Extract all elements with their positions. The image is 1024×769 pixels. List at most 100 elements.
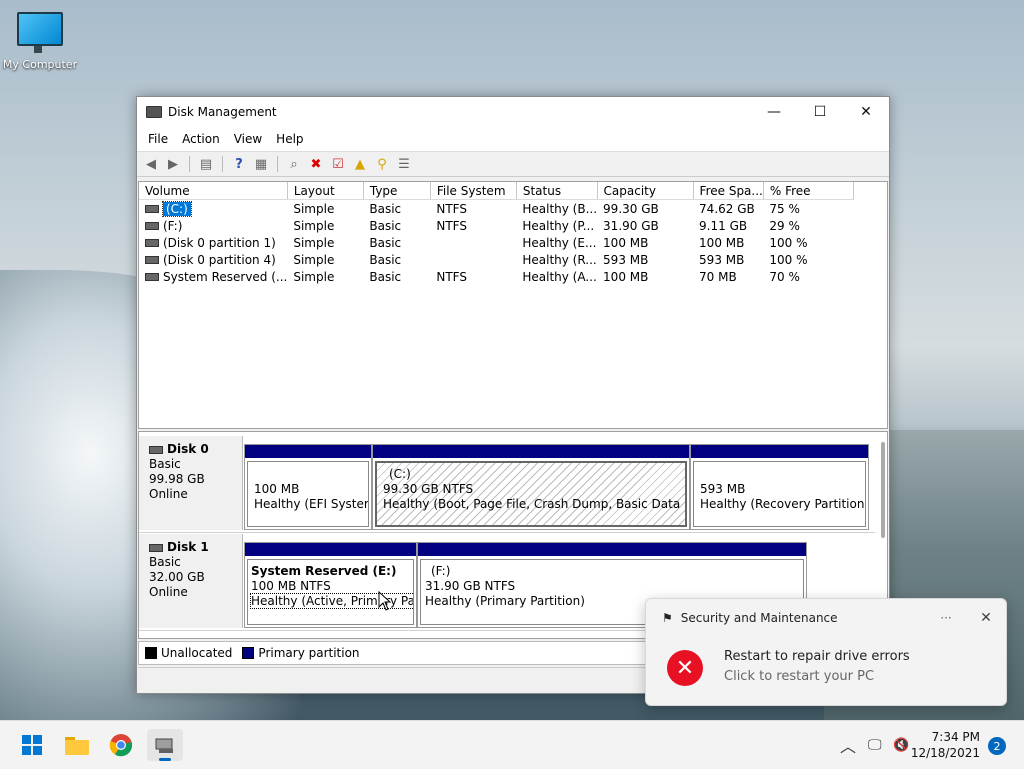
table-cell: 99.30 GB	[603, 201, 659, 216]
table-cell: Basic	[369, 201, 402, 216]
desktop-icon-my-computer[interactable]: My Computer	[2, 10, 78, 71]
check-icon[interactable]: ☑	[328, 155, 348, 173]
primary-partition-bar	[373, 445, 689, 458]
show-hidden-icons-button[interactable]: ︿	[840, 721, 856, 769]
table-cell: Basic	[369, 269, 402, 284]
table-row[interactable]: (Disk 0 partition 1) Simple Basic Health…	[139, 234, 853, 251]
delete-icon[interactable]: ✖	[306, 155, 326, 173]
disk-size: 99.98 GB	[149, 472, 205, 486]
start-button[interactable]	[14, 729, 50, 761]
table-cell: 100 MB	[603, 269, 649, 284]
disk-icon	[149, 445, 163, 454]
notification-toast[interactable]: ⚑ Security and Maintenance ··· ✕ ✕ Resta…	[645, 598, 1007, 706]
file-explorer-button[interactable]	[59, 729, 95, 761]
disk-size: 32.00 GB	[149, 570, 205, 584]
toast-subtitle: Click to restart your PC	[724, 669, 875, 684]
chrome-button[interactable]	[103, 729, 139, 761]
minimize-button[interactable]: —	[751, 97, 797, 127]
table-row[interactable]: (C:) Simple Basic NTFS Healthy (B... 99.…	[139, 200, 853, 218]
disk-management-taskbar-button[interactable]	[147, 729, 183, 761]
toast-title: Restart to repair drive errors	[724, 649, 910, 664]
table-cell: 70 MB	[699, 269, 737, 284]
table-cell: NTFS	[436, 269, 467, 284]
close-icon[interactable]: ✕	[966, 610, 1006, 626]
partition-status: Healthy (Recovery Partition)	[700, 497, 866, 511]
close-button[interactable]: ✕	[843, 97, 889, 127]
column-header-type[interactable]: Type	[363, 182, 431, 200]
disk-type: Basic	[149, 555, 181, 569]
partition-system-reserved[interactable]: System Reserved (E:) 100 MB NTFS Healthy…	[244, 542, 417, 628]
toolbar-separator	[222, 156, 223, 172]
security-flag-icon: ⚑	[662, 611, 673, 625]
column-header-capacity[interactable]: Capacity	[597, 182, 694, 200]
partition-efi[interactable]: 100 MB Healthy (EFI System P	[244, 444, 372, 530]
disk-label-0[interactable]: Disk 0 Basic 99.98 GB Online	[139, 436, 243, 530]
list-icon[interactable]: ☰	[394, 155, 414, 173]
disk-label-1[interactable]: Disk 1 Basic 32.00 GB Online	[139, 534, 243, 628]
table-row[interactable]: System Reserved (... Simple Basic NTFS H…	[139, 268, 853, 285]
partition-title: (F:)	[431, 564, 451, 578]
table-row[interactable]: (F:) Simple Basic NTFS Healthy (P... 31.…	[139, 217, 853, 234]
volume-icon	[145, 256, 159, 264]
menu-action[interactable]: Action	[175, 132, 227, 146]
partition-body: 100 MB Healthy (EFI System P	[247, 461, 369, 527]
table-cell: 100 MB	[603, 235, 649, 250]
desktop-icon-label: My Computer	[2, 58, 78, 71]
volume-name: System Reserved (...	[163, 269, 288, 284]
title-bar[interactable]: Disk Management — ☐ ✕	[137, 97, 889, 127]
network-icon[interactable]: 🖵	[868, 721, 882, 769]
table-cell: 100 %	[769, 252, 808, 267]
menu-help[interactable]: Help	[269, 132, 310, 146]
table-cell: NTFS	[436, 201, 467, 216]
partition-size: 31.90 GB NTFS	[425, 579, 516, 593]
volume-icon	[145, 273, 159, 281]
legend-primary: Primary partition	[258, 646, 360, 660]
column-header-file-system[interactable]: File System	[430, 182, 517, 200]
partition-size: 99.30 GB NTFS	[383, 482, 474, 496]
column-header-percent-free[interactable]: % Free	[763, 182, 854, 200]
menu-file[interactable]: File	[141, 132, 175, 146]
search-folder-icon[interactable]: ⚲	[372, 155, 392, 173]
volume-muted-icon[interactable]: 🔇	[893, 721, 909, 769]
partition-size: 100 MB	[254, 482, 300, 496]
menu-view[interactable]: View	[227, 132, 269, 146]
column-header-free-space[interactable]: Free Spa...	[693, 182, 764, 200]
table-cell: Basic	[369, 218, 402, 233]
maximize-button[interactable]: ☐	[797, 97, 843, 127]
disk-pane-scrollbar[interactable]	[881, 442, 885, 538]
table-cell: Simple	[293, 201, 335, 216]
column-header-layout[interactable]: Layout	[287, 182, 364, 200]
column-header-status[interactable]: Status	[516, 182, 598, 200]
legend-unallocated: Unallocated	[161, 646, 233, 660]
volume-name: (Disk 0 partition 4)	[163, 252, 276, 267]
table-cell: Simple	[293, 252, 335, 267]
table-cell: 70 %	[769, 269, 800, 284]
more-options-icon[interactable]: ···	[926, 611, 966, 625]
table-cell: 31.90 GB	[603, 218, 659, 233]
error-icon: ✕	[667, 650, 703, 686]
connect-icon[interactable]: ⌕	[284, 155, 304, 173]
table-row[interactable]: (Disk 0 partition 4) Simple Basic Health…	[139, 251, 853, 268]
help-icon[interactable]: ?	[229, 155, 249, 173]
toast-app-name: Security and Maintenance	[680, 611, 838, 625]
notification-count-badge[interactable]: 2	[988, 737, 1006, 755]
disk-name: Disk 1	[167, 540, 209, 554]
partition-body: 593 MB Healthy (Recovery Partition)	[693, 461, 866, 527]
partition-c[interactable]: (C:) 99.30 GB NTFS Healthy (Boot, Page F…	[372, 444, 690, 530]
column-header-volume[interactable]: Volume	[139, 182, 288, 200]
volume-name: (Disk 0 partition 1)	[163, 235, 276, 250]
volume-table: Volume Layout Type File System Status Ca…	[139, 182, 854, 285]
forward-arrow-icon[interactable]: ▶	[163, 155, 183, 173]
folder-icon	[65, 737, 89, 755]
table-cell: 100 %	[769, 235, 808, 250]
properties-icon[interactable]: ▦	[251, 155, 271, 173]
back-arrow-icon[interactable]: ◀	[141, 155, 161, 173]
clock[interactable]: 7:34 PM 12/18/2021	[911, 729, 980, 761]
table-cell: 74.62 GB	[699, 201, 755, 216]
folder-up-icon[interactable]: ▲	[350, 155, 370, 173]
show-hide-console-tree-icon[interactable]: ▤	[196, 155, 216, 173]
table-cell: Healthy (B...	[522, 201, 598, 216]
toolbar-separator	[189, 156, 190, 172]
partition-recovery[interactable]: 593 MB Healthy (Recovery Partition)	[690, 444, 869, 530]
table-cell: Healthy (P...	[522, 218, 595, 233]
